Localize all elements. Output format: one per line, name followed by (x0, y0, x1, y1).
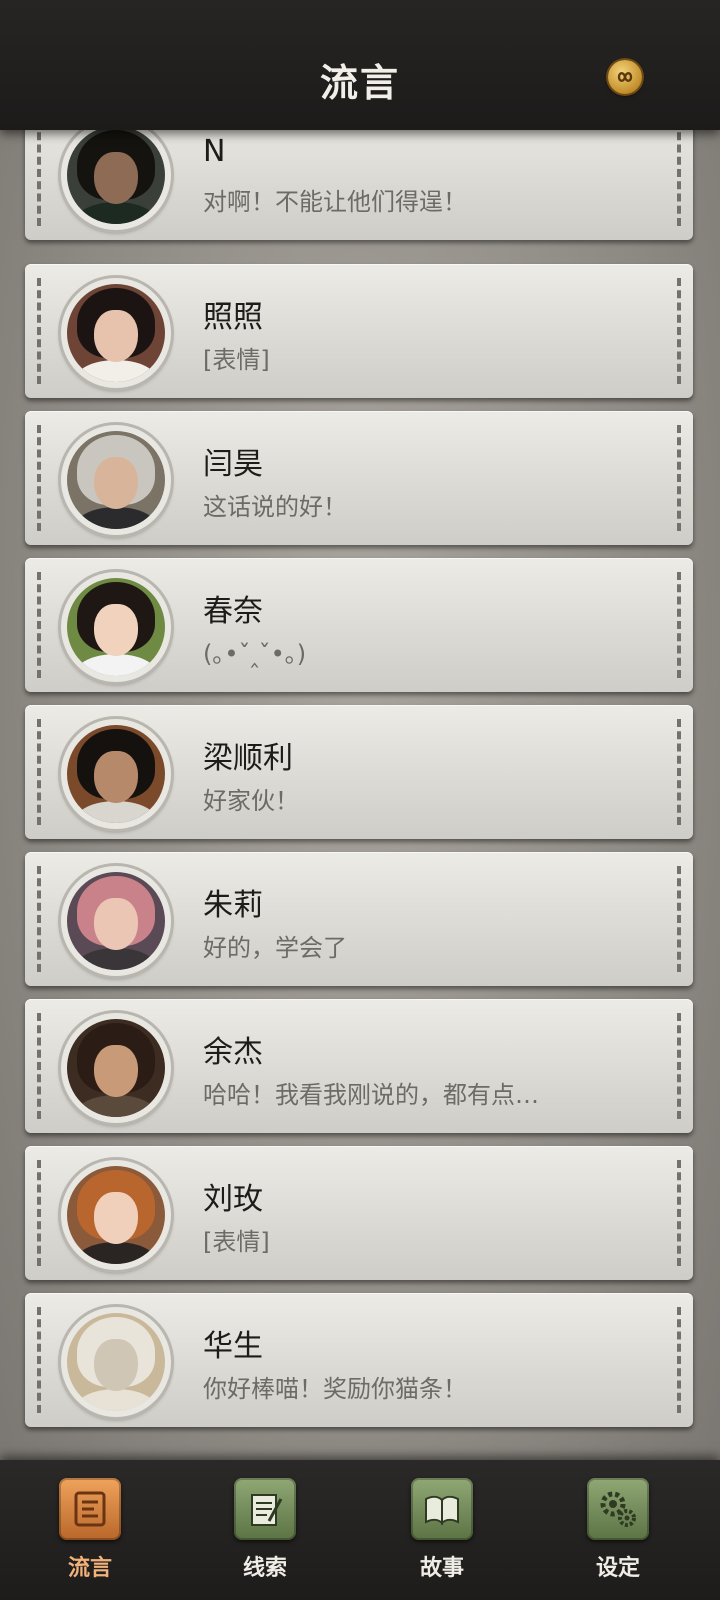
tab-settings[interactable]: 设定 (568, 1478, 668, 1588)
chat-icon (59, 1478, 121, 1540)
conversation-item[interactable]: 闫昊 这话说的好！ (25, 411, 693, 545)
avatar[interactable] (61, 1013, 171, 1123)
avatar[interactable] (61, 572, 171, 682)
app-root: 流言 N 对啊！不能让他们得逞！ 照照 [表情] 闫昊 这话说的好！ 春奈 (｡… (0, 0, 720, 1600)
avatar[interactable] (61, 425, 171, 535)
last-message: [表情] (203, 1228, 270, 1256)
contact-name: 梁顺利 (203, 741, 293, 776)
tab-rumors[interactable]: 流言 (40, 1478, 140, 1588)
gears-icon (587, 1478, 649, 1540)
contact-name: 照照 (203, 300, 263, 335)
tab-label: 设定 (595, 1555, 640, 1581)
last-message: 哈哈！我看我刚说的，都有点… (203, 1081, 539, 1109)
last-message: 好家伙！ (203, 787, 299, 815)
contact-name: 余杰 (203, 1035, 263, 1070)
last-message: (｡•ˇ‸ˇ•｡) (203, 640, 307, 668)
contact-name: 朱莉 (203, 888, 263, 923)
conversation-item[interactable]: 华生 你好棒喵！奖励你猫条！ (25, 1293, 693, 1427)
conversation-item[interactable]: 余杰 哈哈！我看我刚说的，都有点… (25, 999, 693, 1133)
tab-label: 故事 (419, 1555, 464, 1581)
conversation-item[interactable]: N 对啊！不能让他们得逞！ (25, 120, 693, 240)
avatar[interactable] (61, 719, 171, 829)
contact-name: 闫昊 (203, 447, 263, 482)
avatar[interactable] (61, 866, 171, 976)
avatar[interactable] (61, 1160, 171, 1270)
header-bar: 流言 (0, 0, 720, 130)
last-message: 对啊！不能让他们得逞！ (203, 188, 467, 216)
conversation-item[interactable]: 春奈 (｡•ˇ‸ˇ•｡) (25, 558, 693, 692)
last-message: 这话说的好！ (203, 493, 347, 521)
last-message: [表情] (203, 346, 270, 374)
conversation-item[interactable]: 梁顺利 好家伙！ (25, 705, 693, 839)
tab-stories[interactable]: 故事 (392, 1478, 492, 1588)
avatar[interactable] (61, 120, 171, 230)
tab-label: 流言 (67, 1555, 112, 1581)
tab-clues[interactable]: 线索 (215, 1478, 315, 1588)
contact-name: 华生 (203, 1329, 263, 1364)
conversation-item[interactable]: 刘玫 [表情] (25, 1146, 693, 1280)
notepad-icon (234, 1478, 296, 1540)
contact-name: N (203, 134, 226, 169)
conversation-item[interactable]: 照照 [表情] (25, 264, 693, 398)
avatar[interactable] (61, 1307, 171, 1417)
last-message: 好的，学会了 (203, 934, 347, 962)
conversation-item[interactable]: 朱莉 好的，学会了 (25, 852, 693, 986)
bottom-nav: 流言 线索 故事 设定 (0, 1460, 720, 1600)
conversation-list[interactable]: N 对啊！不能让他们得逞！ 照照 [表情] 闫昊 这话说的好！ 春奈 (｡•ˇ‸… (0, 120, 720, 1460)
contact-name: 刘玫 (203, 1182, 263, 1217)
last-message: 你好棒喵！奖励你猫条！ (203, 1375, 467, 1403)
tab-label: 线索 (242, 1555, 287, 1581)
book-icon (411, 1478, 473, 1540)
infinity-coin-icon[interactable] (608, 60, 642, 94)
contact-name: 春奈 (203, 594, 263, 629)
avatar[interactable] (61, 278, 171, 388)
